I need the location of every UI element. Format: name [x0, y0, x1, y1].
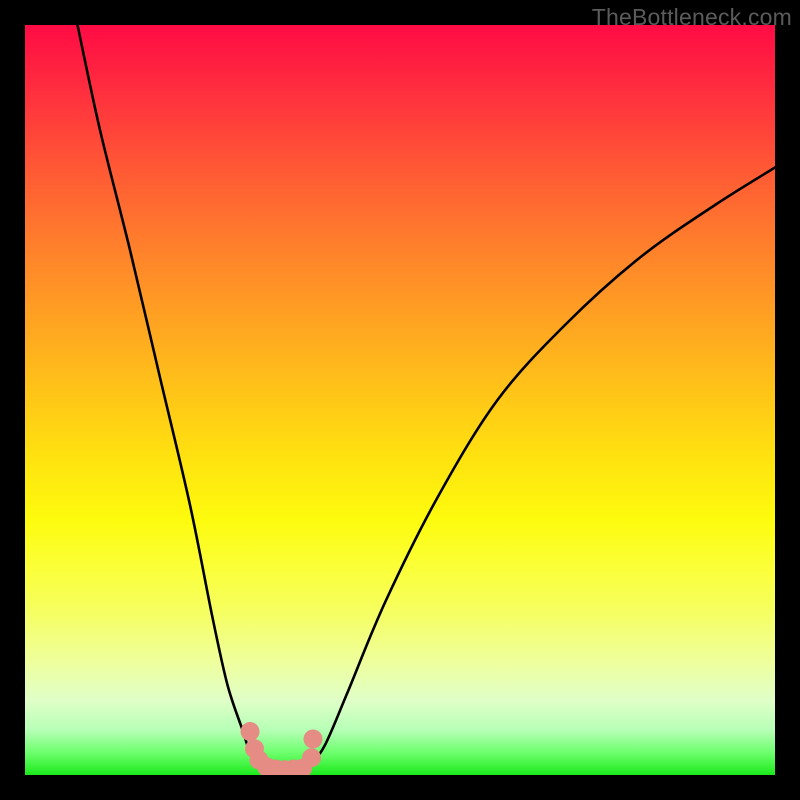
chart-svg — [25, 25, 775, 775]
chart-plot-area — [25, 25, 775, 775]
highlight-dot — [302, 748, 321, 767]
watermark-text: TheBottleneck.com — [592, 4, 792, 31]
highlight-dot — [241, 722, 260, 741]
bottleneck-curve — [78, 25, 776, 771]
highlight-dot — [304, 730, 323, 749]
highlight-dots-group — [241, 722, 323, 775]
